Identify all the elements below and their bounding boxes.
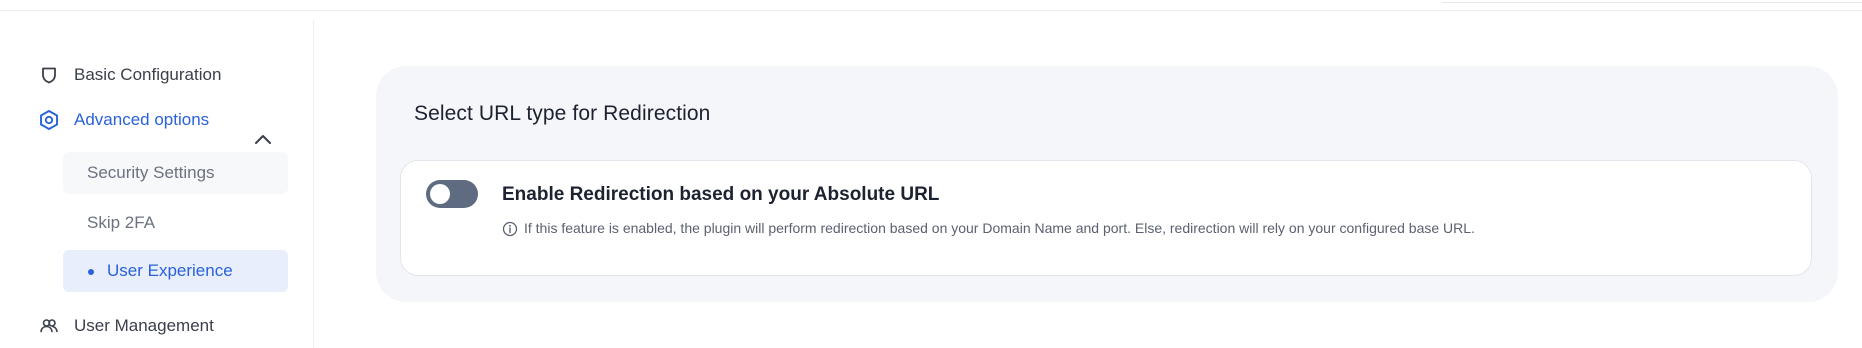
setting-description: If this feature is enabled, the plugin w… [524, 220, 1475, 236]
top-bar-search-edge [1442, 0, 1862, 3]
sidebar-item-user-management[interactable]: User Management [38, 312, 214, 340]
redirection-settings-panel: Select URL type for Redirection Enable R… [376, 66, 1838, 302]
sidebar-subitem-label: User Experience [107, 261, 233, 280]
sidebar: Basic Configuration Advanced options Sec… [0, 20, 314, 348]
sidebar-item-label: Advanced options [74, 110, 210, 129]
sidebar-subitem-skip-2fa[interactable]: Skip 2FA [63, 202, 288, 244]
setting-card: Enable Redirection based on your Absolut… [400, 160, 1812, 276]
absolute-url-redirection-toggle[interactable] [426, 180, 478, 208]
toggle-knob [430, 184, 450, 204]
users-icon [38, 315, 60, 337]
sidebar-item-label: Basic Configuration [74, 65, 222, 84]
active-dot-icon [88, 269, 94, 275]
sidebar-item-advanced-options[interactable]: Advanced options [38, 106, 209, 134]
sidebar-item-basic-configuration[interactable]: Basic Configuration [38, 61, 221, 89]
top-bar [0, 0, 1862, 11]
info-icon [502, 221, 518, 237]
sidebar-subitem-security-settings[interactable]: Security Settings [63, 152, 288, 194]
shield-icon [38, 64, 60, 86]
sidebar-subitem-label: Skip 2FA [87, 213, 156, 232]
sidebar-subitem-label: Security Settings [87, 163, 215, 182]
sidebar-subitem-user-experience[interactable]: User Experience [63, 250, 288, 292]
setting-title: Enable Redirection based on your Absolut… [502, 184, 940, 205]
section-title: Select URL type for Redirection [414, 102, 711, 125]
chevron-up-icon[interactable] [252, 128, 274, 150]
sidebar-item-label: User Management [74, 316, 214, 335]
hexagon-gear-icon [38, 109, 60, 131]
